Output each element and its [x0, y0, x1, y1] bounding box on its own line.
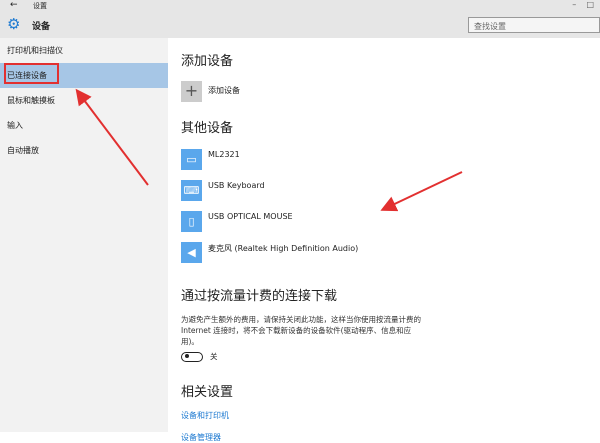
page-title: 设备	[32, 22, 51, 32]
monitor-icon: ▭	[181, 149, 202, 170]
sidebar: 打印机和扫描仪 已连接设备 鼠标和触摸板 输入 自动播放	[0, 38, 168, 432]
minimize-button[interactable]: –	[572, 0, 576, 9]
plus-icon: +	[181, 81, 202, 102]
toggle-label: 关	[210, 352, 218, 361]
window-controls: – □	[572, 0, 594, 9]
device-item[interactable]: ⌨ USB Keyboard	[181, 180, 581, 211]
device-item[interactable]: ◀ 麦克风 (Realtek High Definition Audio)	[181, 242, 581, 273]
devices-printers-link[interactable]: 设备和打印机	[181, 410, 581, 421]
metered-heading: 通过按流量计费的连接下载	[181, 289, 338, 304]
speaker-icon: ◀	[181, 242, 202, 263]
device-name: ML2321	[208, 150, 240, 159]
sidebar-item-typing[interactable]: 输入	[0, 113, 168, 138]
content: 添加设备 + 添加设备 其他设备 ▭ ML2321 ⌨ USB Keyboard ▯…	[181, 38, 581, 443]
toggle-switch[interactable]	[181, 351, 203, 362]
related-settings-heading: 相关设置	[181, 385, 234, 400]
device-name: USB Keyboard	[208, 181, 265, 190]
window-title: 设置	[33, 2, 47, 10]
other-devices-heading: 其他设备	[181, 121, 234, 136]
maximize-button[interactable]: □	[586, 0, 594, 9]
device-name: 麦克风 (Realtek High Definition Audio)	[208, 244, 359, 253]
sidebar-item-autoplay[interactable]: 自动播放	[0, 138, 168, 163]
add-devices-heading: 添加设备	[181, 54, 234, 69]
header: ⚙ 设备 查找设置	[0, 12, 600, 38]
metered-toggle[interactable]: 关	[181, 351, 581, 362]
title-bar: ← 设置 – □	[0, 0, 600, 12]
sidebar-item-printers[interactable]: 打印机和扫描仪	[0, 38, 168, 63]
add-device-label: 添加设备	[208, 86, 240, 95]
gear-icon: ⚙	[7, 15, 21, 33]
back-button[interactable]: ←	[10, 0, 18, 11]
mouse-icon: ▯	[181, 211, 202, 232]
device-name: USB OPTICAL MOUSE	[208, 212, 293, 221]
device-manager-link[interactable]: 设备管理器	[181, 432, 581, 443]
annotation-highlight-box	[4, 63, 59, 84]
device-item[interactable]: ▭ ML2321	[181, 149, 581, 180]
add-device-button[interactable]: + 添加设备	[181, 81, 581, 102]
search-input[interactable]: 查找设置	[468, 17, 600, 33]
keyboard-icon: ⌨	[181, 180, 202, 201]
device-item[interactable]: ▯ USB OPTICAL MOUSE	[181, 211, 581, 242]
metered-description: 为避免产生额外的费用，请保持关闭此功能，这样当你使用按流量计费的 Interne…	[181, 315, 421, 346]
sidebar-item-mouse[interactable]: 鼠标和触摸板	[0, 88, 168, 113]
